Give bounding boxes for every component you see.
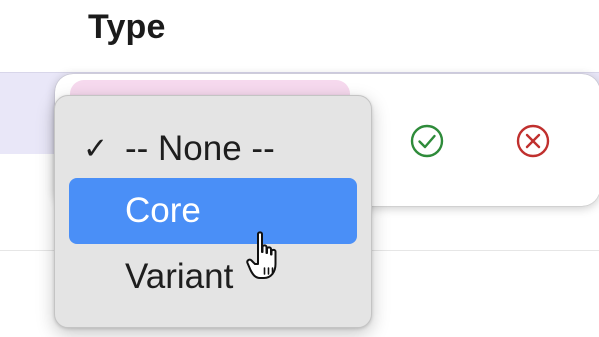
type-dropdown-menu: ✓ -- None -- Core Variant <box>54 95 372 328</box>
dropdown-option-label: Core <box>125 191 201 230</box>
row-divider <box>0 72 599 73</box>
checkmark-icon: ✓ <box>83 132 109 166</box>
dropdown-option-label: Variant <box>125 257 234 296</box>
check-circle-icon <box>410 124 444 158</box>
cancel-edit-button[interactable] <box>512 120 554 162</box>
dropdown-option-none[interactable]: ✓ -- None -- <box>69 116 357 182</box>
x-circle-icon <box>516 124 550 158</box>
dropdown-option-variant[interactable]: Variant <box>69 244 357 310</box>
type-column-header: Type <box>88 8 166 46</box>
confirm-edit-button[interactable] <box>406 120 448 162</box>
table-cell-editor-stage: Type ✓ -- None -- Core Variant <box>0 0 599 337</box>
dropdown-option-label: -- None -- <box>125 129 275 168</box>
dropdown-option-core[interactable]: Core <box>69 178 357 244</box>
